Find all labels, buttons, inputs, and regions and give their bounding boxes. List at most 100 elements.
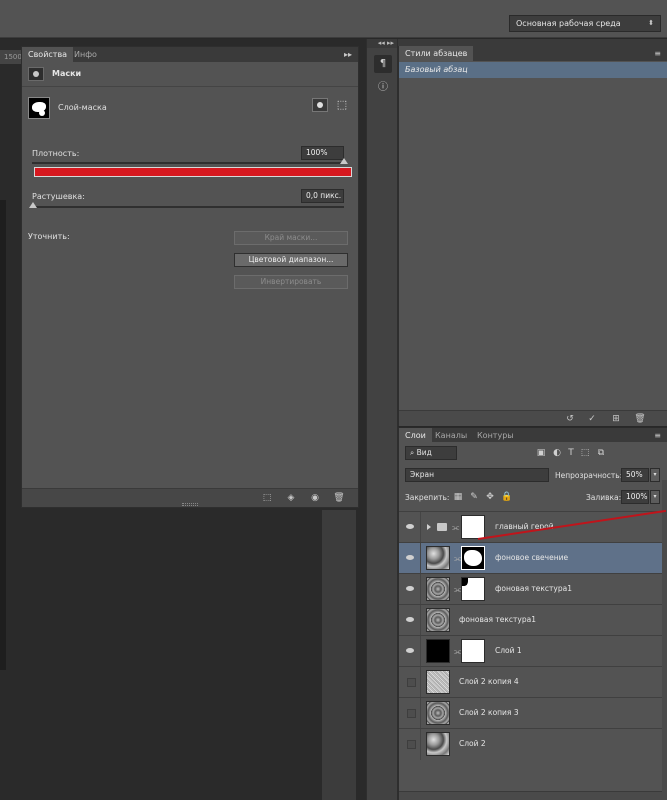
- visibility-checkbox[interactable]: [399, 698, 421, 729]
- load-selection-icon[interactable]: ⬚: [260, 492, 274, 504]
- tab-paths[interactable]: Контуры: [471, 428, 520, 443]
- layer-row[interactable]: Слой 2 копия 4: [399, 666, 667, 698]
- dock-collapse-icon[interactable]: ◂◂ ▸▸: [367, 39, 397, 48]
- link-icon[interactable]: ⫘: [452, 523, 459, 532]
- ruler-label: 1500: [4, 53, 22, 61]
- chevron-updown-icon: ⬍: [648, 19, 654, 27]
- panel-menu-icon[interactable]: ≡: [654, 428, 661, 443]
- tab-properties[interactable]: Свойства: [22, 47, 74, 62]
- disclosure-triangle-icon[interactable]: [427, 524, 431, 530]
- trash-icon[interactable]: 🗑: [633, 413, 647, 425]
- eye-icon[interactable]: [399, 605, 421, 636]
- layer-row[interactable]: фоновая текстура1: [399, 604, 667, 636]
- tab-info[interactable]: Инфо: [68, 47, 103, 62]
- paragraph-styles-tabbar: Стили абзацев ≡: [399, 46, 667, 61]
- commit-icon[interactable]: ✓: [585, 413, 599, 425]
- paragraph-style-item[interactable]: Базовый абзац: [399, 62, 667, 78]
- layer-thumbnail[interactable]: [426, 608, 450, 632]
- tab-paragraph-styles[interactable]: Стили абзацев: [399, 46, 474, 61]
- layer-mask-thumbnail[interactable]: [461, 639, 485, 663]
- info-icon[interactable]: ⓘ: [374, 79, 392, 97]
- density-slider-handle[interactable]: [340, 158, 348, 164]
- lock-position-icon[interactable]: ✥: [485, 492, 495, 502]
- paragraph-styles-footer: ↺ ✓ ⊞ 🗑: [399, 410, 667, 426]
- feather-slider-handle[interactable]: [29, 202, 37, 208]
- layer-thumbnail[interactable]: [426, 701, 450, 725]
- tab-properties-label: Свойства: [28, 50, 68, 59]
- layer-mask-thumbnail[interactable]: [461, 515, 485, 539]
- tab-paragraph-styles-label: Стили абзацев: [405, 49, 468, 58]
- feather-label: Растушевка:: [32, 192, 85, 201]
- layer-thumbnail[interactable]: [426, 577, 450, 601]
- layer-mask-thumbnail[interactable]: [461, 546, 485, 570]
- layer-row[interactable]: Слой 2: [399, 728, 667, 760]
- color-range-button[interactable]: Цветовой диапазон...: [234, 253, 348, 267]
- visibility-checkbox[interactable]: [399, 729, 421, 760]
- lock-transparent-icon[interactable]: ▦: [453, 492, 463, 502]
- mask-edge-button[interactable]: Край маски...: [234, 231, 348, 245]
- layer-name: Слой 2: [459, 739, 486, 748]
- blend-mode-dropdown[interactable]: Экран: [405, 468, 549, 482]
- pixel-mask-button[interactable]: [312, 98, 328, 112]
- layer-thumbnail[interactable]: [426, 546, 450, 570]
- feather-field[interactable]: 0,0 пикс.: [301, 189, 344, 203]
- layer-name: Слой 2 копия 4: [459, 677, 519, 686]
- layer-name: фоновая текстура1: [495, 584, 572, 593]
- link-icon[interactable]: ⫘: [454, 554, 461, 563]
- options-bar: Основная рабочая среда ⬍: [0, 0, 667, 38]
- layer-thumbnail[interactable]: [426, 732, 450, 756]
- lock-image-icon[interactable]: ✎: [469, 492, 479, 502]
- lock-all-icon[interactable]: 🔒: [501, 492, 512, 502]
- properties-panel: Свойства Инфо ▸▸ Маски Слой-маска ⬚ Плот…: [21, 46, 359, 508]
- paragraph-styles-icon[interactable]: ¶: [374, 55, 392, 73]
- eye-icon[interactable]: [399, 574, 421, 605]
- vector-mask-icon[interactable]: ⬚: [334, 98, 350, 112]
- ruler: 1500: [0, 50, 22, 64]
- filter-adjustment-icon[interactable]: ◐: [551, 447, 563, 459]
- eye-icon[interactable]: [399, 512, 421, 543]
- panel-collapse-icon[interactable]: ▸▸: [344, 47, 352, 62]
- new-style-icon[interactable]: ⊞: [609, 413, 623, 425]
- panel-menu-icon[interactable]: ≡: [654, 46, 661, 61]
- filter-smart-object-icon[interactable]: ⧉: [595, 447, 607, 459]
- density-slider[interactable]: [32, 162, 344, 164]
- fill-dropdown[interactable]: ▾: [650, 490, 660, 504]
- resize-grip[interactable]: [182, 503, 198, 506]
- eye-icon[interactable]: [399, 543, 421, 574]
- lock-label: Закрепить:: [405, 493, 450, 502]
- layer-row[interactable]: ⫘ Слой 1: [399, 635, 667, 667]
- opacity-dropdown[interactable]: ▾: [650, 468, 660, 482]
- filter-shape-icon[interactable]: ⬚: [579, 447, 591, 459]
- tab-layers[interactable]: Слои: [399, 428, 432, 443]
- visibility-icon[interactable]: ◉: [308, 492, 322, 504]
- layer-row[interactable]: ⫘ фоновое свечение: [399, 542, 667, 574]
- tab-channels[interactable]: Каналы: [429, 428, 473, 443]
- feather-slider[interactable]: [32, 206, 344, 208]
- layer-row[interactable]: ⫘ фоновая текстура1: [399, 573, 667, 605]
- tab-channels-label: Каналы: [435, 431, 468, 440]
- fill-field[interactable]: 100%: [621, 490, 649, 504]
- invert-button[interactable]: Инвертировать: [234, 275, 348, 289]
- filter-type-icon[interactable]: T: [565, 447, 577, 459]
- clear-override-icon[interactable]: ↺: [563, 413, 577, 425]
- layer-name: Слой 1: [495, 646, 522, 655]
- opacity-field[interactable]: 50%: [621, 468, 649, 482]
- tab-paths-label: Контуры: [477, 431, 514, 440]
- layers-scrollbar[interactable]: [662, 480, 667, 800]
- link-icon[interactable]: ⫘: [454, 647, 461, 656]
- workspace-dropdown[interactable]: Основная рабочая среда ⬍: [509, 15, 661, 32]
- visibility-checkbox[interactable]: [399, 667, 421, 698]
- filter-label: Вид: [416, 448, 432, 457]
- layer-filter-dropdown[interactable]: ⌕ Вид: [405, 446, 457, 460]
- eye-icon[interactable]: [399, 636, 421, 667]
- apply-mask-icon[interactable]: ◈: [284, 492, 298, 504]
- layer-mask-thumbnail[interactable]: [461, 577, 485, 601]
- layer-thumbnail[interactable]: [426, 639, 450, 663]
- density-field[interactable]: 100%: [301, 146, 344, 160]
- trash-icon[interactable]: 🗑: [332, 492, 346, 504]
- filter-pixel-icon[interactable]: ▣: [535, 447, 547, 459]
- link-icon[interactable]: ⫘: [454, 585, 461, 594]
- layer-row[interactable]: Слой 2 копия 3: [399, 697, 667, 729]
- highlight-box: [34, 167, 352, 177]
- layer-thumbnail[interactable]: [426, 670, 450, 694]
